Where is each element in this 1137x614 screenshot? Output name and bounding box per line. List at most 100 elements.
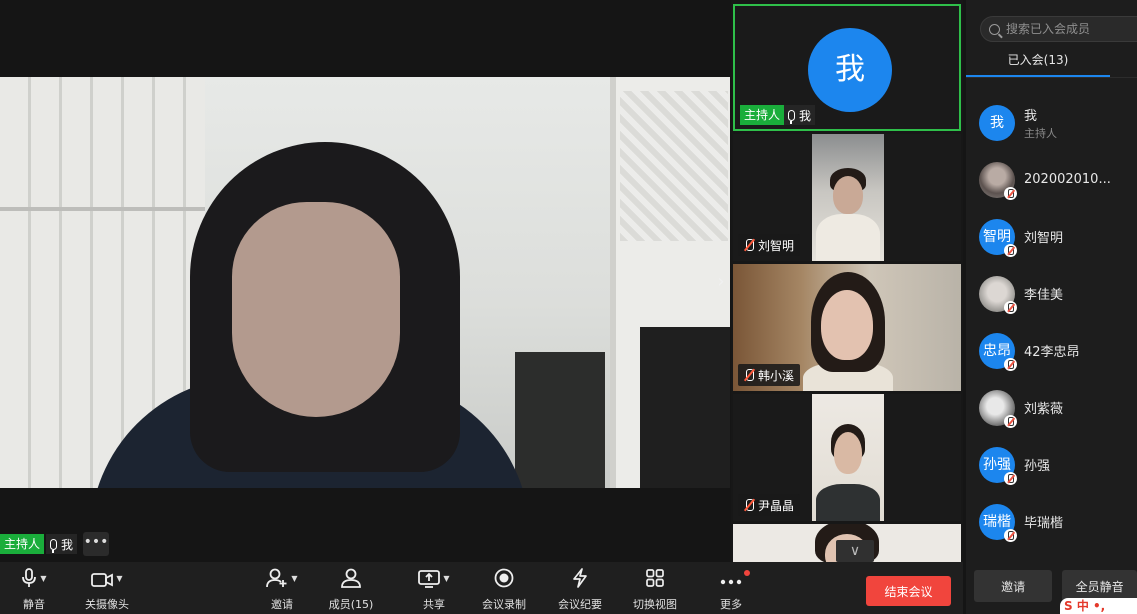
member-text: 李佳美 xyxy=(1024,284,1063,303)
speaker-face xyxy=(232,202,400,417)
participant-face xyxy=(821,290,873,360)
avatar: 孙强 xyxy=(979,446,1017,485)
host-badge: 主持人 xyxy=(0,534,45,554)
muted-microphone-icon xyxy=(1004,528,1017,542)
avatar xyxy=(979,275,1017,314)
more-icon xyxy=(720,579,742,585)
member-item[interactable]: 瑞楷 毕瑞楷 xyxy=(966,493,1137,550)
member-name: 毕瑞楷 xyxy=(1024,516,1064,531)
thumbnail-participant[interactable]: 尹晶晶 xyxy=(733,394,961,521)
more-label: 更多 xyxy=(720,598,742,611)
chevron-down-icon[interactable]: ▼ xyxy=(40,574,46,583)
thumbnail-participant[interactable]: 刘智明 xyxy=(733,134,961,261)
muted-microphone-icon xyxy=(1004,186,1017,200)
mute-button[interactable]: ▼ 静音 xyxy=(14,562,54,614)
record-label: 会议录制 xyxy=(482,598,526,611)
participant-name-chip: 尹晶晶 xyxy=(738,494,801,516)
switch-view-label: 切换视图 xyxy=(633,598,677,611)
record-button[interactable]: 会议录制 xyxy=(478,562,530,614)
self-label-text: 我 xyxy=(799,108,812,123)
panel-invite-button[interactable]: 邀请 xyxy=(974,570,1053,602)
meeting-window: › 主持人 我 ••• 我 主持人 我 刘智明 韩小溪 尹晶晶 ∨ 搜索已入会成… xyxy=(0,0,1137,614)
members-button[interactable]: 成员(15) xyxy=(328,562,374,614)
microphone-icon xyxy=(50,538,58,553)
invite-label: 邀请 xyxy=(271,598,293,611)
muted-microphone-icon xyxy=(1004,357,1017,371)
participant-shirt xyxy=(816,214,880,261)
muted-microphone-icon xyxy=(1004,414,1017,428)
member-item[interactable]: 忠昂 42李忠昂 xyxy=(966,322,1137,379)
thumbnail-host[interactable]: 我 主持人 我 xyxy=(733,4,961,131)
member-name: 202002010... xyxy=(1024,172,1111,187)
main-video[interactable] xyxy=(0,77,730,488)
participant-face xyxy=(834,432,862,474)
participant-name: 尹晶晶 xyxy=(758,498,795,513)
member-name: 42李忠昂 xyxy=(1024,345,1080,360)
member-text: 42李忠昂 xyxy=(1024,341,1080,360)
switch-view-button[interactable]: 切换视图 xyxy=(629,562,681,614)
member-item[interactable]: 刘紫薇 xyxy=(966,379,1137,436)
tab-joined-members[interactable]: 已入会(13) xyxy=(966,50,1110,77)
member-search[interactable] xyxy=(980,16,1137,42)
chevron-down-icon[interactable]: ∨ xyxy=(836,540,874,562)
muted-microphone-icon xyxy=(743,498,755,512)
search-icon xyxy=(989,23,1000,35)
member-panel: 已入会(13) 我 我 主持人 202002010... 智明 刘智明 xyxy=(966,0,1137,614)
panel-divider xyxy=(966,77,1137,78)
add-user-icon xyxy=(266,568,287,588)
share-label: 共享 xyxy=(423,598,445,611)
member-item[interactable]: 李佳美 xyxy=(966,265,1137,322)
chevron-down-icon[interactable]: ▼ xyxy=(291,574,297,583)
record-icon xyxy=(494,568,514,588)
host-avatar: 我 xyxy=(808,28,892,112)
video-more-button[interactable]: ••• xyxy=(83,532,110,556)
avatar xyxy=(979,161,1017,200)
member-text: 孙强 xyxy=(1024,455,1050,474)
muted-microphone-icon xyxy=(743,238,755,252)
meeting-toolbar: ▼ 静音 ▼ 关摄像头 ▼ 邀请 成员(15) ▼ 共享 会议录制 会议纪要 切… xyxy=(0,562,963,614)
member-name: 刘紫薇 xyxy=(1024,402,1064,417)
thumbnail-participant[interactable]: 韩小溪 xyxy=(733,264,961,391)
muted-microphone-icon xyxy=(1004,243,1017,257)
member-name: 我 xyxy=(1024,108,1038,124)
member-search-input[interactable] xyxy=(1006,22,1126,36)
share-screen-icon xyxy=(418,570,441,588)
muted-microphone-icon xyxy=(1004,471,1017,485)
member-item[interactable]: 智明 刘智明 xyxy=(966,208,1137,265)
member-item[interactable]: 202002010... xyxy=(966,151,1137,208)
background-furniture xyxy=(515,352,605,488)
participant-video xyxy=(812,394,884,521)
member-name: 刘智明 xyxy=(1024,231,1064,246)
mute-label: 静音 xyxy=(23,598,45,611)
member-text: 202002010... xyxy=(1024,172,1111,187)
minutes-button[interactable]: 会议纪要 xyxy=(554,562,606,614)
end-meeting-button[interactable]: 结束会议 xyxy=(866,576,951,606)
member-text: 我 主持人 xyxy=(1024,105,1057,141)
next-page-arrow-icon[interactable]: › xyxy=(712,270,730,294)
input-method-indicator: S 中 •, xyxy=(1060,598,1137,614)
participant-shirt xyxy=(816,484,880,521)
member-item[interactable]: 孙强 孙强 xyxy=(966,436,1137,493)
avatar-text: 智明 xyxy=(983,228,1011,245)
grid-view-icon xyxy=(646,569,664,587)
thumbnail-host-labels: 主持人 我 xyxy=(740,105,816,125)
member-name: 李佳美 xyxy=(1024,288,1064,303)
chevron-down-icon[interactable]: ▼ xyxy=(443,574,449,583)
chevron-down-icon[interactable]: ▼ xyxy=(116,574,122,583)
camera-label: 关摄像头 xyxy=(85,598,129,611)
members-icon xyxy=(341,568,361,588)
lightning-icon xyxy=(573,568,587,588)
invite-button[interactable]: ▼ 邀请 xyxy=(262,562,302,614)
participant-face xyxy=(833,176,863,214)
participant-name: 韩小溪 xyxy=(758,368,795,383)
member-name: 孙强 xyxy=(1024,459,1051,474)
participant-thumbnails: 我 主持人 我 刘智明 韩小溪 尹晶晶 ∨ xyxy=(731,0,963,562)
more-button[interactable]: 更多 xyxy=(711,562,751,614)
share-button[interactable]: ▼ 共享 xyxy=(414,562,454,614)
camera-button[interactable]: ▼ 关摄像头 xyxy=(82,562,132,614)
participant-video xyxy=(812,134,884,261)
member-item[interactable]: 我 我 主持人 xyxy=(966,94,1137,151)
avatar: 瑞楷 xyxy=(979,503,1017,542)
host-badge: 主持人 xyxy=(740,105,785,125)
member-text: 毕瑞楷 xyxy=(1024,512,1063,531)
